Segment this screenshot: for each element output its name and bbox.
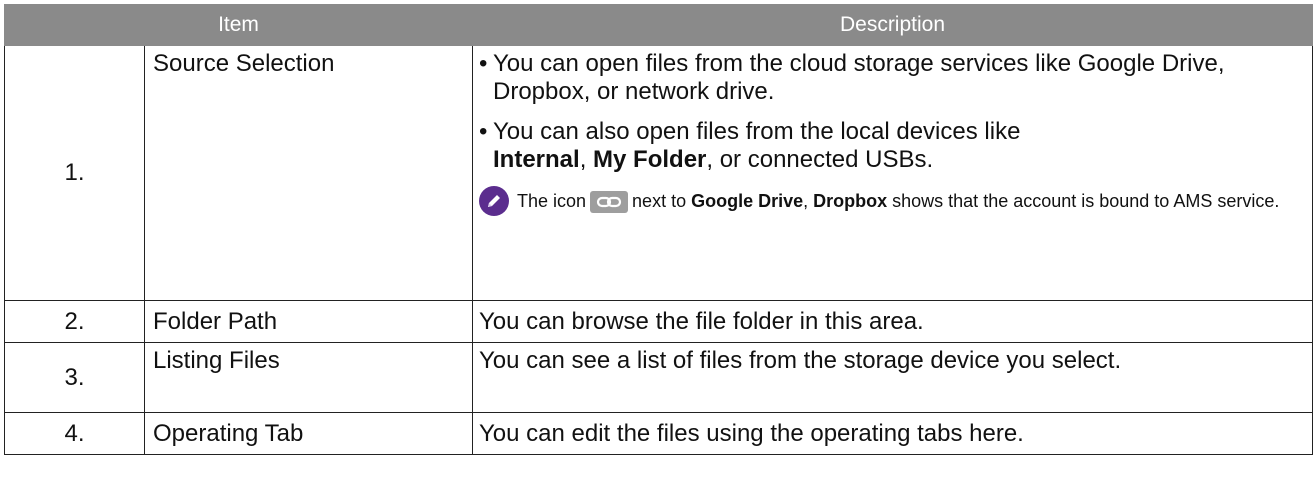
table-header-row: Item Description (4, 4, 1313, 46)
bullet-item: • You can also open files from the local… (479, 118, 1302, 174)
table-row: 4. Operating Tab You can edit the files … (4, 412, 1313, 455)
bullet-text: You can open files from the cloud storag… (493, 50, 1225, 105)
items-table: Item Description 1. Source Selection • Y… (4, 4, 1313, 455)
table-row: 2. Folder Path You can browse the file f… (4, 300, 1313, 343)
row-item: Listing Files (144, 342, 473, 413)
table-row: 1. Source Selection • You can open files… (4, 45, 1313, 301)
row-item: Operating Tab (144, 412, 473, 455)
row-number: 4. (4, 412, 145, 455)
bullet-marker: • (479, 50, 488, 77)
header-description: Description (472, 4, 1313, 46)
row-description: • You can open files from the cloud stor… (472, 45, 1313, 301)
row-description: You can edit the files using the operati… (472, 412, 1313, 455)
note: The icon next to Google Drive, Dropbox sh… (479, 186, 1302, 216)
header-item: Item (4, 4, 473, 46)
pencil-icon (479, 186, 509, 216)
row-description: You can browse the file folder in this a… (472, 300, 1313, 343)
link-icon (590, 191, 629, 214)
row-number: 3. (4, 342, 145, 413)
bullet-marker: • (479, 118, 488, 145)
row-description: You can see a list of files from the sto… (472, 342, 1313, 413)
row-number: 2. (4, 300, 145, 343)
row-item: Source Selection (144, 45, 473, 301)
table-row: 3. Listing Files You can see a list of f… (4, 342, 1313, 413)
note-text: The icon next to Google Drive, Dropbox sh… (517, 186, 1279, 216)
bullet-item: • You can open files from the cloud stor… (479, 50, 1302, 106)
bullet-text: You can also open files from the local d… (493, 118, 1021, 173)
row-number: 1. (4, 45, 145, 301)
row-item: Folder Path (144, 300, 473, 343)
